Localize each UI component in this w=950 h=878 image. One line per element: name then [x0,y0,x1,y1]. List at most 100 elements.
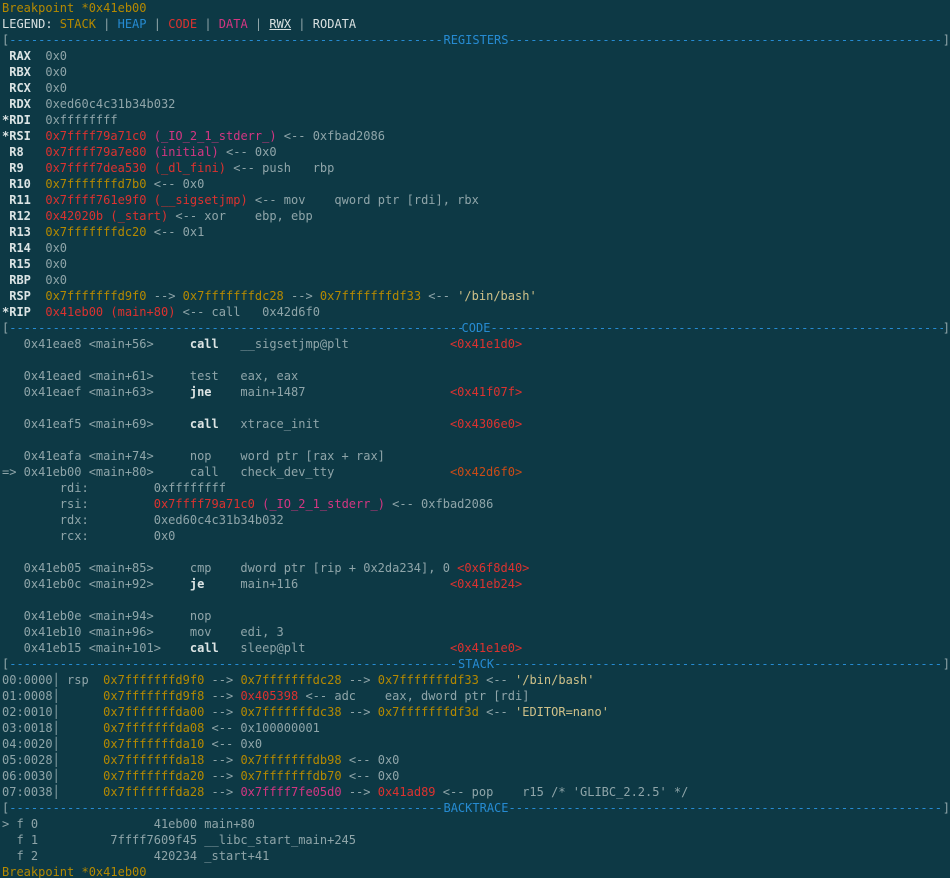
disasm-blank [2,400,950,416]
separator-bracket: ] [943,320,950,336]
text-segment: --> [342,785,378,799]
text-segment: 0x7fffffffda18 [103,753,204,767]
text-segment: => 0x41eb00 <main+80> call check_dev_tty [2,465,450,479]
text-segment: <-- 0x0 [342,753,400,767]
text-segment: --> [204,785,240,799]
disasm-arg-row: rdi: 0xffffffff [2,480,950,496]
separator-bracket: [ [2,800,9,816]
text-segment: <-- call 0x42d6f0 [175,305,320,319]
separator-dashes: ----------------------------------------… [490,320,942,336]
disasm-blank [2,544,950,560]
disasm-row: 0x41eae8 <main+56> call __sigsetjmp@plt … [2,336,950,352]
text-segment: je [190,577,204,591]
terminal[interactable]: Breakpoint *0x41eb00 LEGEND: STACK | HEAP… [0,0,950,878]
text-segment: 0x41eb05 <main+85> cmp dword ptr [rip + … [2,561,457,575]
text-segment: (main+80) [110,305,175,319]
text-segment: 0x41eb00 [45,305,103,319]
stack-row: 03:0018│ 0x7fffffffda08 <-- 0x100000001 [2,720,950,736]
text-segment: | [197,17,219,31]
register-row-r11: R11 0x7ffff761e9f0 (__sigsetjmp) <-- mov… [2,192,950,208]
disasm-row: 0x41eb0e <main+94> nop [2,608,950,624]
text-segment: <0x41e1e0> [450,641,522,655]
text-segment: rcx: 0x0 [2,529,175,543]
stack-row: 07:0038│ 0x7fffffffda28 --> 0x7ffff7fe05… [2,784,950,800]
breakpoint-line-bottom: Breakpoint *0x41eb00 [2,864,950,878]
text-segment: RAX [2,49,45,63]
text-segment: 0x41ad89 [378,785,436,799]
text-segment: 0x41eaef <main+63> [2,385,190,399]
text-segment: '/bin/bash' [457,289,536,303]
text-segment: <-- mov qword ptr [rdi], rbx [248,193,479,207]
backtrace-row: f 2 420234 _start+41 [2,848,950,864]
text-segment: xtrace_init [219,417,450,431]
text-segment: 0x7fffffffdc20 [45,225,146,239]
legend-line: LEGEND: STACK | HEAP | CODE | DATA | RWX… [2,16,950,32]
text-segment: --> [204,689,240,703]
stack-row: 01:0008│ 0x7fffffffd9f8 --> 0x405398 <--… [2,688,950,704]
register-row-rsp: RSP 0x7fffffffd9f0 --> 0x7fffffffdc28 --… [2,288,950,304]
register-row-rcx: RCX 0x0 [2,80,950,96]
text-segment: call [190,641,219,655]
register-row-r10: R10 0x7fffffffd7b0 <-- 0x0 [2,176,950,192]
text-segment: 0xffffffff [45,113,117,127]
text-segment: 0x405398 [240,689,298,703]
separator-bracket: ] [943,656,950,672]
text-segment: 07:0038│ [2,785,103,799]
text-segment: > f 0 41eb00 main+80 [2,817,255,831]
separator-bracket: ] [943,800,950,816]
separator-dashes: ----------------------------------------… [9,800,443,816]
text-segment: 0x7fffffffd9f8 [103,689,204,703]
text-segment: DATA [219,17,248,31]
text-segment: 0x0 [45,65,67,79]
text-segment [147,129,154,143]
text-segment: RBX [2,65,45,79]
register-row-r15: R15 0x0 [2,256,950,272]
text-segment: <-- adc eax, dword ptr [rdi] [298,689,529,703]
text-segment: 0x41eb0e <main+94> nop [2,609,212,623]
text-segment: <-- [479,673,515,687]
text-segment: | [147,17,169,31]
text-segment: --> [204,705,240,719]
text-segment: 0x0 [45,81,67,95]
text-segment: <-- push rbp [226,161,334,175]
text-segment: 0x0 [45,241,67,255]
text-segment: R9 [2,161,45,175]
separator-label: BACKTRACE [443,800,508,816]
text-segment: 0x41eaf5 <main+69> [2,417,190,431]
register-row-r9: R9 0x7ffff7dea530 (_dl_fini) <-- push rb… [2,160,950,176]
text-segment: 0x7fffffffda10 [103,737,204,751]
text-segment: 0x7fffffffd9f0 [103,673,204,687]
text-segment: 06:0030│ [2,769,103,783]
disasm-row: 0x41eb0c <main+92> je main+116 <0x41eb24… [2,576,950,592]
separator-dashes: ----------------------------------------… [9,656,458,672]
disasm-arg-row: rdx: 0xed60c4c31b34b032 [2,512,950,528]
register-row-rdx: RDX 0xed60c4c31b34b032 [2,96,950,112]
text-segment: <0x41e1d0> [450,337,522,351]
text-segment: R13 [2,225,45,239]
separator-label: STACK [458,656,494,672]
text-segment: 0x7fffffffda00 [103,705,204,719]
text-segment: call [190,417,219,431]
backtrace-row: f 1 7ffff7609f45 __libc_start_main+245 [2,832,950,848]
text-segment: 0x7fffffffda28 [103,785,204,799]
text-segment: <-- xor ebp, ebp [168,209,313,223]
text-segment: RBP [2,273,45,287]
stack-separator: [---------------------------------------… [2,656,950,672]
text-segment: 0x7fffffffda20 [103,769,204,783]
disasm-row: 0x41eafa <main+74> nop word ptr [rax + r… [2,448,950,464]
text-segment: rdi: 0xffffffff [2,481,226,495]
text-segment: 0x7ffff7dea530 [45,161,146,175]
text-segment: (_IO_2_1_stderr_) [154,129,277,143]
text-segment: <-- 0x100000001 [204,721,320,735]
stack-row: 00:0000│ rsp 0x7fffffffd9f0 --> 0x7fffff… [2,672,950,688]
text-segment: 0x7fffffffda08 [103,721,204,735]
text-segment: 0x7ffff79a7e80 [45,145,146,159]
text-segment: f 1 7ffff7609f45 __libc_start_main+245 [2,833,356,847]
text-segment: R11 [2,193,45,207]
disasm-row: 0x41eaef <main+63> jne main+1487 <0x41f0… [2,384,950,400]
separator-bracket: [ [2,32,9,48]
text-segment: --> [147,289,183,303]
text-segment: 0x7fffffffdf33 [320,289,421,303]
text-segment: 0x7fffffffdf3d [378,705,479,719]
text-segment: 02:0010│ [2,705,103,719]
